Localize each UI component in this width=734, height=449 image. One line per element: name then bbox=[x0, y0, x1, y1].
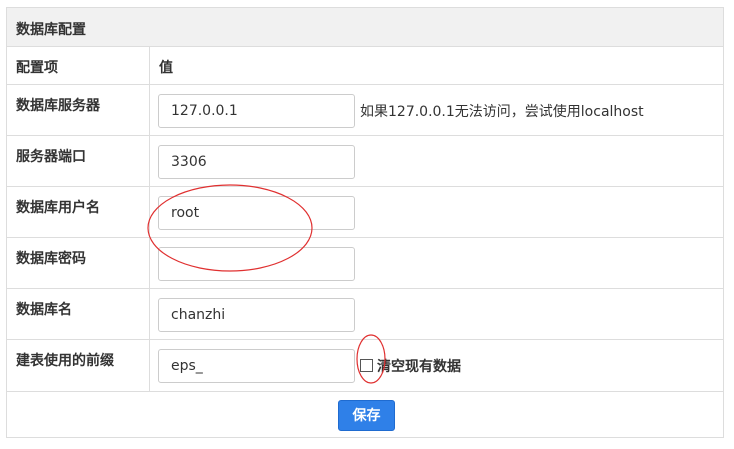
clear-data-label[interactable]: 清空现有数据 bbox=[377, 356, 461, 376]
db-password-input[interactable] bbox=[158, 247, 355, 281]
table-row-port: 服务器端口 bbox=[7, 136, 723, 187]
panel-title: 数据库配置 bbox=[16, 22, 86, 38]
row-label-db-user: 数据库用户名 bbox=[16, 200, 100, 216]
column-divider bbox=[149, 47, 150, 392]
table-header-row: 配置项 值 bbox=[7, 47, 723, 85]
row-label-db-server: 数据库服务器 bbox=[16, 98, 100, 114]
db-name-input[interactable] bbox=[158, 298, 355, 332]
table-row-db-user: 数据库用户名 bbox=[7, 187, 723, 238]
table-row-db-password: 数据库密码 bbox=[7, 238, 723, 289]
table-row-table-prefix: 建表使用的前缀 清空现有数据 bbox=[7, 340, 723, 392]
column-header-value: 值 bbox=[159, 60, 173, 76]
db-config-panel: 数据库配置 配置项 值 数据库服务器 如果127.0.0.1无法访问，尝试使用l… bbox=[6, 7, 724, 438]
row-label-db-name: 数据库名 bbox=[16, 302, 72, 318]
save-button[interactable]: 保存 bbox=[338, 400, 395, 431]
panel-header: 数据库配置 bbox=[7, 8, 723, 47]
row-label-port: 服务器端口 bbox=[16, 149, 86, 165]
clear-data-checkbox[interactable] bbox=[360, 359, 373, 372]
table-row-db-name: 数据库名 bbox=[7, 289, 723, 340]
column-header-item: 配置项 bbox=[16, 60, 58, 76]
db-server-input[interactable] bbox=[158, 94, 355, 128]
row-label-table-prefix: 建表使用的前缀 bbox=[16, 353, 114, 369]
table-prefix-input[interactable] bbox=[158, 349, 355, 383]
db-user-input[interactable] bbox=[158, 196, 355, 230]
row-label-db-password: 数据库密码 bbox=[16, 251, 86, 267]
db-server-hint: 如果127.0.0.1无法访问，尝试使用localhost bbox=[360, 104, 644, 120]
table-row-db-server: 数据库服务器 如果127.0.0.1无法访问，尝试使用localhost bbox=[7, 85, 723, 136]
port-input[interactable] bbox=[158, 145, 355, 179]
